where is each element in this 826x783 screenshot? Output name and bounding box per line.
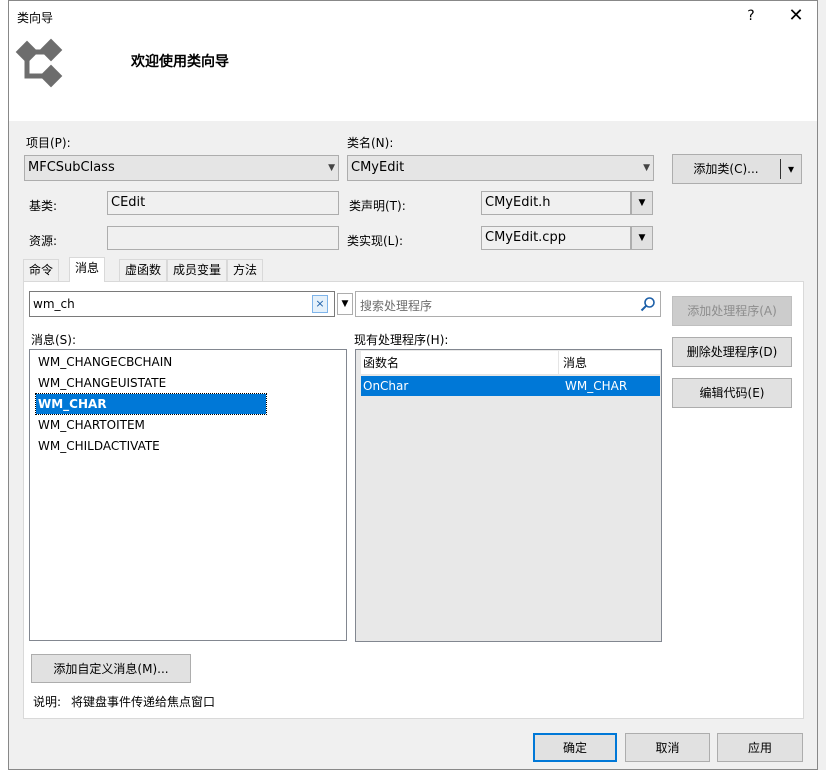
class-implementation-label: 类实现(L): <box>347 234 404 248</box>
handler-search-input[interactable]: 搜索处理程序 <box>355 291 661 317</box>
background-editor-strip <box>0 0 8 783</box>
split-divider <box>780 159 781 179</box>
list-item[interactable]: WM_CHANGEUISTATE <box>36 373 266 393</box>
handlers-label: 现有处理程序(H): <box>354 333 449 347</box>
column-header-message[interactable]: 消息 <box>561 351 660 375</box>
filter-value: wm_ch <box>33 297 75 311</box>
base-class-label: 基类: <box>29 199 58 213</box>
class-declaration-dropdown[interactable]: ▼ <box>631 191 653 215</box>
filter-dropdown[interactable]: ▼ <box>337 293 353 315</box>
class-wizard-icon <box>15 38 63 88</box>
handlers-header: 函数名 消息 <box>361 351 660 375</box>
apply-button[interactable]: 应用 <box>717 733 803 762</box>
base-class-value: CEdit <box>111 195 146 210</box>
search-placeholder: 搜索处理程序 <box>360 299 433 313</box>
ok-button[interactable]: 确定 <box>533 733 617 762</box>
description-label: 说明: <box>33 695 62 709</box>
title-bar: 类向导 ? ✕ <box>9 1 817 31</box>
tab-commands[interactable]: 命令 <box>23 259 60 281</box>
description-text: 将键盘事件传递给焦点窗口 <box>71 695 216 709</box>
column-header-function[interactable]: 函数名 <box>361 351 559 375</box>
chevron-down-icon: ▼ <box>328 163 335 173</box>
handlers-list[interactable]: 函数名 消息 OnChar WM_CHAR <box>355 349 662 642</box>
list-item-selected[interactable]: WM_CHAR <box>35 393 267 415</box>
list-item[interactable]: WM_CHARTOITEM <box>36 415 266 435</box>
resource-label: 资源: <box>29 234 58 248</box>
add-handler-button[interactable]: 添加处理程序(A) <box>672 296 792 326</box>
resource-field <box>107 226 339 250</box>
background-status-strip <box>0 770 826 783</box>
chevron-down-icon: ▼ <box>643 163 650 173</box>
project-value: MFCSubClass <box>28 160 115 175</box>
class-declaration-value: CMyEdit.h <box>485 195 551 210</box>
class-wizard-dialog: 类向导 ? ✕ 欢迎使用类向导 项目(P): MFCSubClass ▼ 类名(… <box>8 0 818 770</box>
edit-code-button[interactable]: 编辑代码(E) <box>672 378 792 408</box>
cancel-button[interactable]: 取消 <box>625 733 710 762</box>
class-declaration-field[interactable]: CMyEdit.h <box>481 191 631 215</box>
base-class-field: CEdit <box>107 191 339 215</box>
handler-function-cell: OnChar <box>363 379 409 393</box>
class-declaration-label: 类声明(T): <box>349 199 406 213</box>
chevron-down-icon: ▼ <box>638 198 646 208</box>
banner: 欢迎使用类向导 <box>9 31 817 121</box>
clear-filter-icon[interactable]: × <box>312 295 328 313</box>
help-button[interactable]: ? <box>739 3 763 29</box>
messages-list[interactable]: WM_CHANGECBCHAIN WM_CHANGEUISTATE WM_CHA… <box>29 349 347 641</box>
class-name-label: 类名(N): <box>347 136 394 150</box>
project-label: 项目(P): <box>26 136 71 150</box>
add-class-label: 添加类(C)... <box>693 162 759 176</box>
chevron-down-icon: ▼ <box>638 233 646 243</box>
delete-handler-button[interactable]: 删除处理程序(D) <box>672 337 792 367</box>
tab-virtual-functions[interactable]: 虚函数 <box>119 259 168 281</box>
tab-member-variables[interactable]: 成员变量 <box>167 259 228 281</box>
add-class-button[interactable]: 添加类(C)... ▾ <box>672 154 802 184</box>
tab-methods[interactable]: 方法 <box>227 259 264 281</box>
list-item[interactable]: WM_CHANGECBCHAIN <box>36 352 266 372</box>
table-row[interactable]: OnChar WM_CHAR <box>361 376 660 396</box>
add-class-dropdown-icon[interactable]: ▾ <box>783 155 799 183</box>
class-name-value: CMyEdit <box>351 160 405 175</box>
class-implementation-dropdown[interactable]: ▼ <box>631 226 653 250</box>
add-custom-message-button[interactable]: 添加自定义消息(M)... <box>31 654 191 683</box>
banner-title: 欢迎使用类向导 <box>131 54 229 70</box>
chevron-down-icon: ▼ <box>341 299 349 309</box>
list-item[interactable]: WM_CHILDACTIVATE <box>36 436 266 456</box>
class-implementation-field[interactable]: CMyEdit.cpp <box>481 226 631 250</box>
tab-messages[interactable]: 消息 <box>69 257 106 282</box>
class-implementation-value: CMyEdit.cpp <box>485 230 566 245</box>
close-button[interactable]: ✕ <box>783 3 809 29</box>
handler-message-cell: WM_CHAR <box>565 379 628 393</box>
project-combo[interactable]: MFCSubClass ▼ <box>24 155 339 181</box>
messages-label: 消息(S): <box>31 333 77 347</box>
message-filter-input[interactable]: wm_ch × <box>29 291 335 317</box>
search-icon[interactable] <box>640 296 656 312</box>
window-title: 类向导 <box>17 11 54 25</box>
class-name-combo[interactable]: CMyEdit ▼ <box>347 155 654 181</box>
